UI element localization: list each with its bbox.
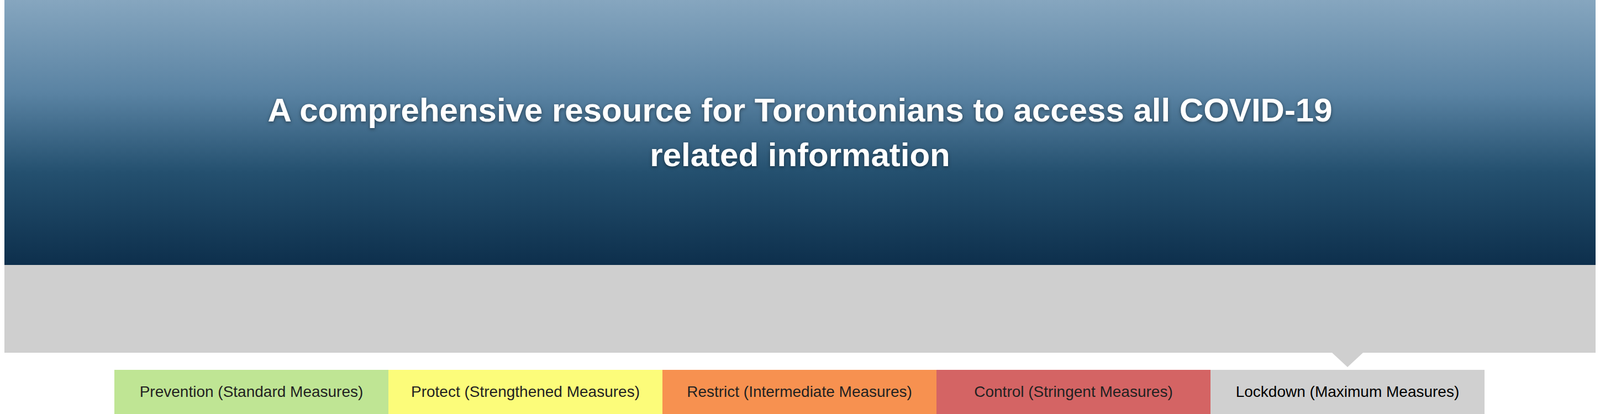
page: A comprehensive resource for Torontonian… xyxy=(0,0,1600,414)
hero-heading: A comprehensive resource for Torontonian… xyxy=(247,87,1353,178)
hero-banner: A comprehensive resource for Torontonian… xyxy=(4,0,1596,266)
level-tab[interactable]: Protect (Strengthened Measures) xyxy=(388,370,663,414)
level-tabs: Prevention (Standard Measures) Protect (… xyxy=(0,370,1600,414)
tab-label: Restrict (Intermediate Measures) xyxy=(686,383,913,402)
tab-label: Protect (Strengthened Measures) xyxy=(411,383,640,402)
level-tab[interactable]: Restrict (Intermediate Measures) xyxy=(662,370,937,414)
level-tab[interactable]: Control (Stringent Measures) xyxy=(936,370,1211,414)
tab-label: Lockdown (Maximum Measures) xyxy=(1235,383,1460,402)
level-tab[interactable]: Prevention (Standard Measures) xyxy=(114,370,389,414)
selected-pointer-icon xyxy=(1332,353,1363,368)
level-tab[interactable]: Lockdown (Maximum Measures) xyxy=(1210,370,1485,414)
tab-label: Control (Stringent Measures) xyxy=(974,383,1173,402)
level-band xyxy=(4,265,1596,354)
tab-label: Prevention (Standard Measures) xyxy=(139,383,364,402)
